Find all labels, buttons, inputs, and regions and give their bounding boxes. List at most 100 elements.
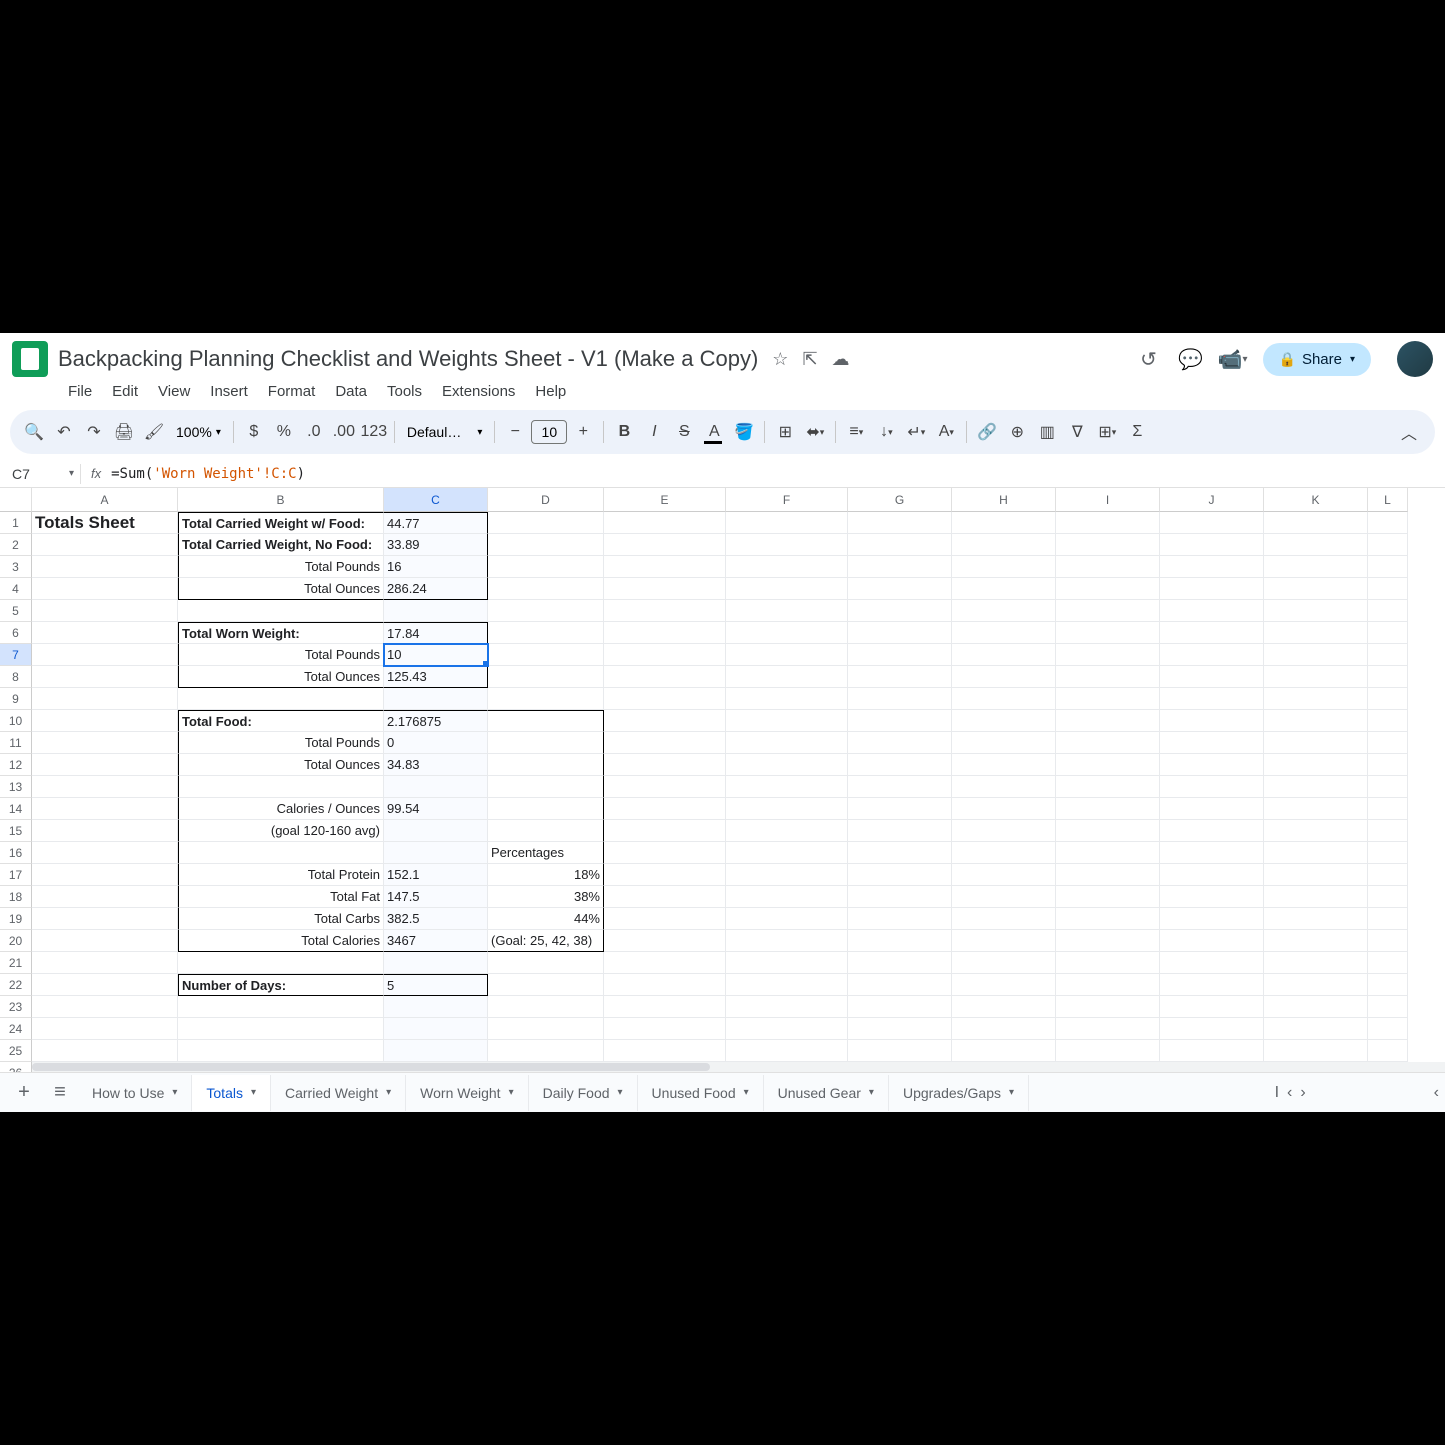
cell-G15[interactable] xyxy=(848,820,952,842)
cell-A4[interactable] xyxy=(32,578,178,600)
cell-H25[interactable] xyxy=(952,1040,1056,1062)
cell-K15[interactable] xyxy=(1264,820,1368,842)
cell-L8[interactable] xyxy=(1368,666,1408,688)
sheet-tab[interactable]: Totals▾ xyxy=(192,1075,271,1111)
cell-D17[interactable]: 18% xyxy=(488,864,604,886)
cell-J16[interactable] xyxy=(1160,842,1264,864)
cell-B4[interactable]: Total Ounces xyxy=(178,578,384,600)
cell-D5[interactable] xyxy=(488,600,604,622)
cell-C9[interactable] xyxy=(384,688,488,710)
row-header-7[interactable]: 7 xyxy=(0,644,32,666)
cell-E5[interactable] xyxy=(604,600,726,622)
fill-color-icon[interactable]: 🪣 xyxy=(730,418,758,446)
move-icon[interactable]: ⇱ xyxy=(802,349,817,370)
row-header-8[interactable]: 8 xyxy=(0,666,32,688)
sheet-tab[interactable]: Carried Weight▾ xyxy=(271,1075,406,1111)
row-header-16[interactable]: 16 xyxy=(0,842,32,864)
row-header-26[interactable]: 26 xyxy=(0,1062,32,1072)
chevron-down-icon[interactable]: ▾ xyxy=(386,1087,391,1098)
cell-G5[interactable] xyxy=(848,600,952,622)
cell-F4[interactable] xyxy=(726,578,848,600)
cell-H24[interactable] xyxy=(952,1018,1056,1040)
cell-J13[interactable] xyxy=(1160,776,1264,798)
cell-C20[interactable]: 3467 xyxy=(384,930,488,952)
cell-H3[interactable] xyxy=(952,556,1056,578)
cell-A22[interactable] xyxy=(32,974,178,996)
menu-file[interactable]: File xyxy=(60,379,100,404)
cell-H6[interactable] xyxy=(952,622,1056,644)
cell-D14[interactable] xyxy=(488,798,604,820)
cell-F19[interactable] xyxy=(726,908,848,930)
row-header-19[interactable]: 19 xyxy=(0,908,32,930)
col-header-D[interactable]: D xyxy=(488,488,604,512)
cell-A5[interactable] xyxy=(32,600,178,622)
cell-I5[interactable] xyxy=(1056,600,1160,622)
cell-L17[interactable] xyxy=(1368,864,1408,886)
col-header-L[interactable]: L xyxy=(1368,488,1408,512)
cell-C22[interactable]: 5 xyxy=(384,974,488,996)
cell-B8[interactable]: Total Ounces xyxy=(178,666,384,688)
cell-E3[interactable] xyxy=(604,556,726,578)
cell-D13[interactable] xyxy=(488,776,604,798)
cell-H21[interactable] xyxy=(952,952,1056,974)
cell-F1[interactable] xyxy=(726,512,848,534)
decrease-font-icon[interactable]: − xyxy=(501,418,529,446)
cell-A19[interactable] xyxy=(32,908,178,930)
cell-L4[interactable] xyxy=(1368,578,1408,600)
cell-G19[interactable] xyxy=(848,908,952,930)
cell-C2[interactable]: 33.89 xyxy=(384,534,488,556)
row-header-1[interactable]: 1 xyxy=(0,512,32,534)
cell-K22[interactable] xyxy=(1264,974,1368,996)
cell-G23[interactable] xyxy=(848,996,952,1018)
cell-G14[interactable] xyxy=(848,798,952,820)
cell-I4[interactable] xyxy=(1056,578,1160,600)
cell-F21[interactable] xyxy=(726,952,848,974)
share-button[interactable]: 🔒 Share ▾ xyxy=(1263,343,1372,376)
font-select[interactable]: Defaul…▾ xyxy=(401,424,489,440)
cell-D21[interactable] xyxy=(488,952,604,974)
cell-C16[interactable] xyxy=(384,842,488,864)
paint-format-icon[interactable]: 🖌 xyxy=(140,418,168,446)
cell-C1[interactable]: 44.77 xyxy=(384,512,488,534)
cell-F12[interactable] xyxy=(726,754,848,776)
cell-I9[interactable] xyxy=(1056,688,1160,710)
cell-J22[interactable] xyxy=(1160,974,1264,996)
cell-L9[interactable] xyxy=(1368,688,1408,710)
cell-K21[interactable] xyxy=(1264,952,1368,974)
cell-A12[interactable] xyxy=(32,754,178,776)
star-icon[interactable]: ☆ xyxy=(772,349,788,370)
cell-L20[interactable] xyxy=(1368,930,1408,952)
cell-E6[interactable] xyxy=(604,622,726,644)
increase-decimal-icon[interactable]: .00 xyxy=(330,418,358,446)
grid[interactable]: ABCDEFGHIJKL1Totals SheetTotal Carried W… xyxy=(0,488,1445,1072)
cell-J12[interactable] xyxy=(1160,754,1264,776)
menu-tools[interactable]: Tools xyxy=(379,379,430,404)
document-title[interactable]: Backpacking Planning Checklist and Weigh… xyxy=(58,346,758,372)
insert-comment-icon[interactable]: ⊕ xyxy=(1003,418,1031,446)
cell-E11[interactable] xyxy=(604,732,726,754)
cell-A16[interactable] xyxy=(32,842,178,864)
cell-E22[interactable] xyxy=(604,974,726,996)
cell-A17[interactable] xyxy=(32,864,178,886)
cell-K10[interactable] xyxy=(1264,710,1368,732)
insert-chart-icon[interactable]: ▥ xyxy=(1033,418,1061,446)
cell-K11[interactable] xyxy=(1264,732,1368,754)
col-header-G[interactable]: G xyxy=(848,488,952,512)
cell-C10[interactable]: 2.176875 xyxy=(384,710,488,732)
all-sheets-button[interactable]: ≡ xyxy=(42,1075,78,1111)
cell-A3[interactable] xyxy=(32,556,178,578)
cell-H5[interactable] xyxy=(952,600,1056,622)
cell-H8[interactable] xyxy=(952,666,1056,688)
cell-I6[interactable] xyxy=(1056,622,1160,644)
more-formats-icon[interactable]: 123 xyxy=(360,418,388,446)
cell-L23[interactable] xyxy=(1368,996,1408,1018)
cell-J23[interactable] xyxy=(1160,996,1264,1018)
cell-H20[interactable] xyxy=(952,930,1056,952)
cell-E16[interactable] xyxy=(604,842,726,864)
cell-C23[interactable] xyxy=(384,996,488,1018)
cell-G17[interactable] xyxy=(848,864,952,886)
cell-D20[interactable]: (Goal: 25, 42, 38) xyxy=(488,930,604,952)
cell-D3[interactable] xyxy=(488,556,604,578)
cell-H7[interactable] xyxy=(952,644,1056,666)
cell-D18[interactable]: 38% xyxy=(488,886,604,908)
